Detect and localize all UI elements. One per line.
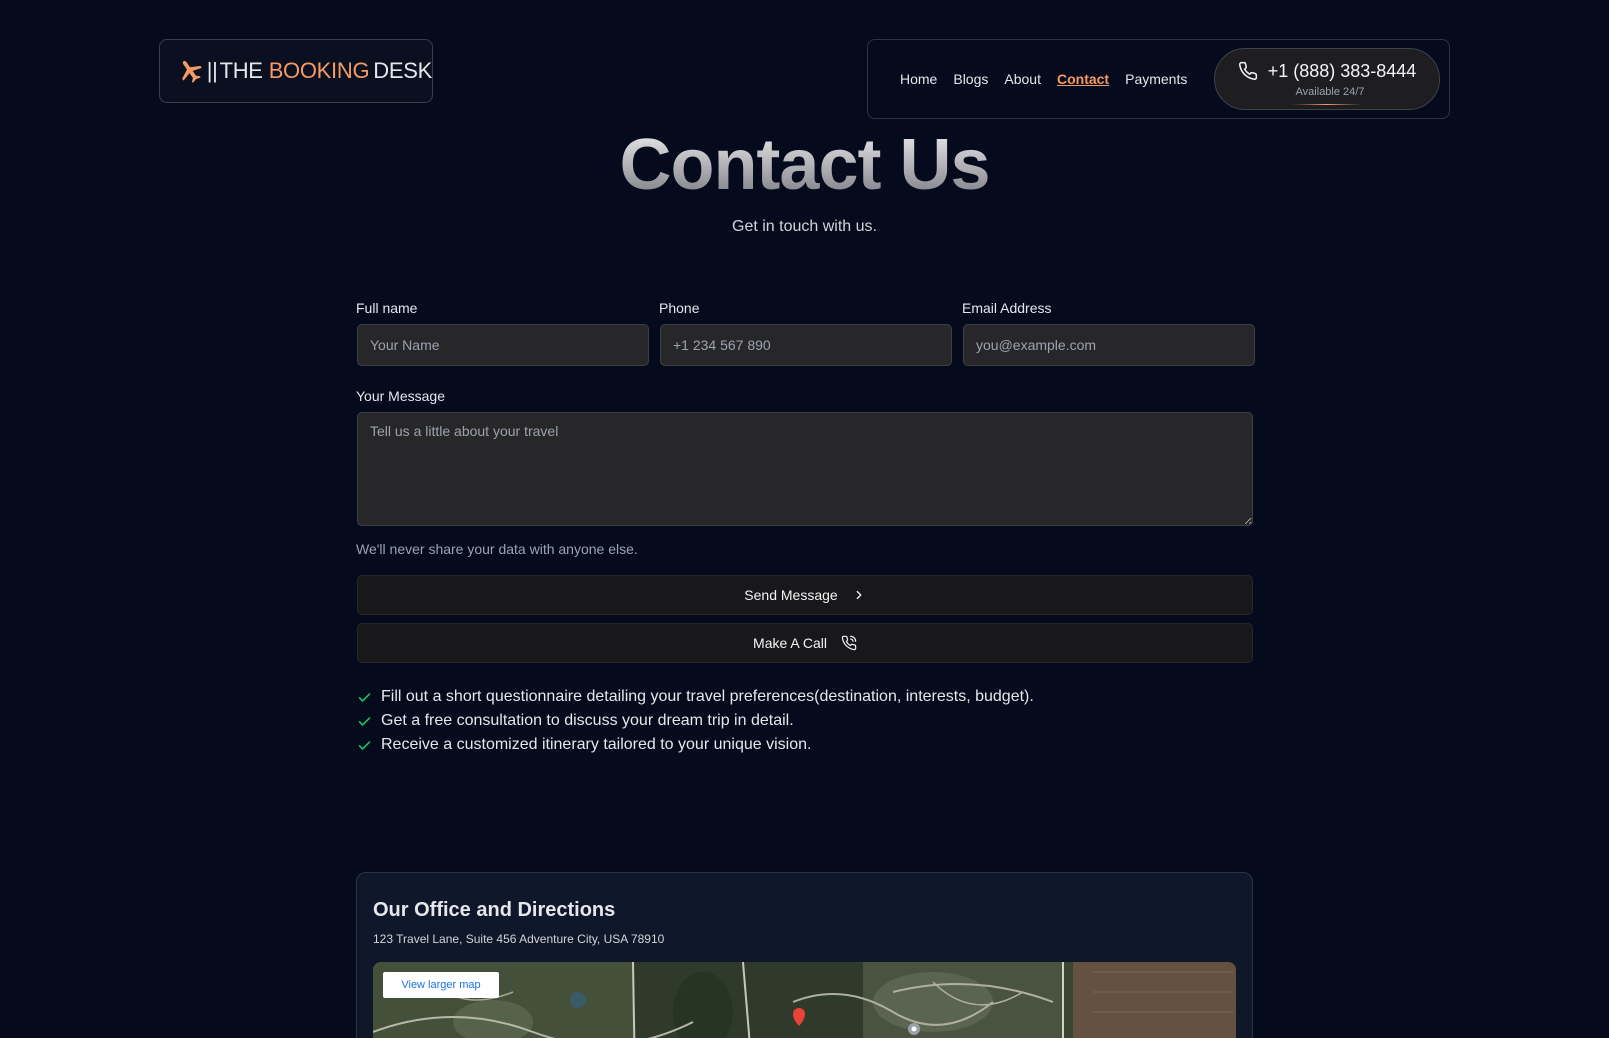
check-icon (358, 692, 371, 702)
office-card: Our Office and Directions 123 Travel Lan… (356, 872, 1253, 1038)
nav-links: Home Blogs About Contact Payments (900, 71, 1187, 87)
list-item-text: Fill out a short questionnaire detailing… (381, 688, 1034, 705)
phone-cta[interactable]: +1 (888) 383-8444 Available 24/7 (1214, 48, 1440, 110)
full-name-group: Full name (356, 300, 649, 366)
phone-input[interactable] (660, 324, 952, 366)
list-item: Fill out a short questionnaire detailing… (356, 685, 1252, 709)
email-label: Email Address (962, 300, 1052, 316)
phone-number: +1 (888) 383-8444 (1267, 60, 1417, 81)
phone-label: Phone (659, 300, 700, 316)
office-address: 123 Travel Lane, Suite 456 Adventure Cit… (373, 932, 665, 946)
nav-item-payments[interactable]: Payments (1125, 71, 1187, 87)
embedded-map[interactable]: View larger map (373, 962, 1236, 1038)
full-name-label: Full name (356, 300, 418, 316)
make-call-label: Make A Call (753, 635, 827, 651)
message-group: Your Message (356, 388, 1253, 531)
office-title: Our Office and Directions (373, 899, 616, 921)
list-item-text: Get a free consultation to discuss your … (381, 712, 794, 729)
nav-item-contact[interactable]: Contact (1057, 71, 1109, 87)
view-larger-map-link[interactable]: View larger map (383, 972, 499, 998)
phone-row: +1 (888) 383-8444 (1238, 60, 1417, 82)
email-input[interactable] (963, 324, 1255, 366)
phone-availability: Available 24/7 (1295, 85, 1365, 98)
phone-icon (1238, 61, 1257, 80)
brand-booking: BOOKING (268, 58, 370, 83)
privacy-note: We'll never share your data with anyone … (356, 541, 638, 557)
chevron-right-icon (856, 590, 862, 600)
airplane-icon (182, 60, 202, 83)
brand-wordmark: || THE BOOKING DESK (206, 58, 433, 84)
form-row-contact: Full name Phone Email Address (356, 300, 1255, 366)
message-label: Your Message (356, 388, 445, 404)
satellite-map-image (373, 962, 1236, 1038)
make-call-button[interactable]: Make A Call (357, 623, 1253, 663)
phone-underline (1292, 104, 1362, 105)
nav-item-blogs[interactable]: Blogs (953, 71, 988, 87)
main-nav: Home Blogs About Contact Payments +1 (88… (867, 39, 1450, 119)
check-icon (358, 740, 371, 750)
phone-group: Phone (659, 300, 952, 366)
list-item: Receive a customized itinerary tailored … (356, 733, 1252, 757)
brand-the: THE (219, 58, 263, 83)
email-group: Email Address (962, 300, 1255, 366)
list-item: Get a free consultation to discuss your … (356, 709, 1252, 733)
message-textarea[interactable] (357, 412, 1253, 526)
phone-call-icon (841, 635, 857, 651)
list-item-text: Receive a customized itinerary tailored … (381, 736, 812, 753)
page-title: Contact Us (0, 124, 1609, 206)
contact-form: Full name Phone Email Address Your Messa… (356, 300, 1255, 757)
brand-logo[interactable]: || THE BOOKING DESK (159, 39, 433, 103)
brand-bars: || (206, 58, 218, 83)
check-icon (358, 716, 371, 726)
contact-page: || THE BOOKING DESK Home Blogs About Con… (0, 0, 1609, 1038)
full-name-input[interactable] (357, 324, 649, 366)
benefits-list: Fill out a short questionnaire detailing… (356, 685, 1252, 757)
nav-item-home[interactable]: Home (900, 71, 937, 87)
brand-desk: DESK (373, 58, 432, 83)
page-subtitle: Get in touch with us. (732, 218, 877, 235)
send-message-button[interactable]: Send Message (357, 575, 1253, 615)
nav-item-about[interactable]: About (1004, 71, 1041, 87)
send-message-label: Send Message (744, 587, 838, 603)
